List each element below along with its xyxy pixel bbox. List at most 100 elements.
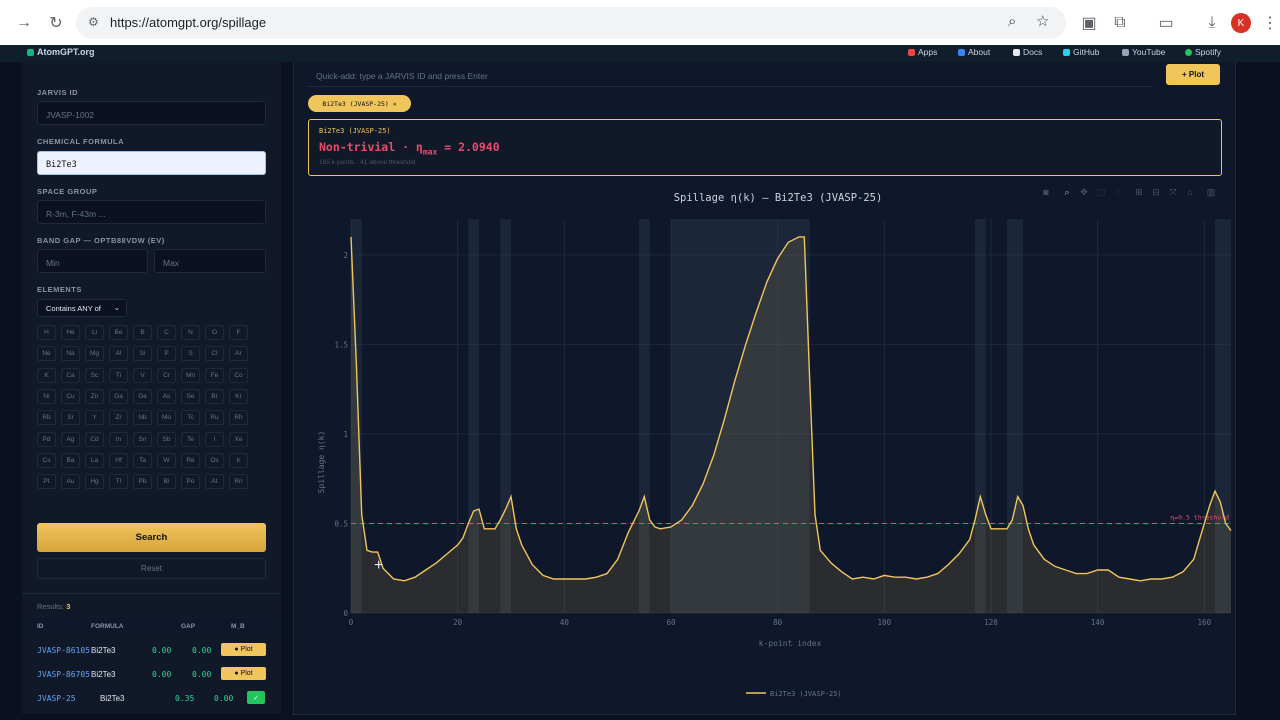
element-hg[interactable]: Hg xyxy=(85,474,104,490)
site-bookmark[interactable]: AtomGPT.org xyxy=(27,47,95,57)
table-row[interactable]: JVASP-25 Bi2Te3 0.35 0.00 ✓ xyxy=(22,686,281,710)
element-kr[interactable]: Kr xyxy=(229,388,248,404)
puzzle-icon[interactable]: ⧉ xyxy=(1108,11,1132,35)
address-bar[interactable]: ⚙ https://atomgpt.org/spillage ⌕ ☆ xyxy=(76,7,1066,39)
element-at[interactable]: At xyxy=(205,474,224,490)
site-info-icon[interactable]: ⚙ xyxy=(88,15,99,29)
element-s[interactable]: S xyxy=(181,346,200,362)
element-la[interactable]: La xyxy=(85,452,104,468)
element-pt[interactable]: Pt xyxy=(37,474,56,490)
material-chip[interactable]: Bi2Te3 (JVASP-25) × xyxy=(308,95,411,112)
element-ne[interactable]: Ne xyxy=(37,346,56,362)
jarvis-id-input[interactable]: JVASP-1002 xyxy=(37,101,266,125)
bookmark-github[interactable]: GitHub xyxy=(1063,47,1099,57)
row-plot-button[interactable]: ● Plot xyxy=(221,667,266,680)
reload-icon[interactable]: ↻ xyxy=(44,11,68,35)
row-plot-button[interactable]: ● Plot xyxy=(221,643,266,656)
element-rn[interactable]: Rn xyxy=(229,474,248,490)
element-i[interactable]: I xyxy=(205,431,224,447)
element-na[interactable]: Na xyxy=(61,346,80,362)
element-ag[interactable]: Ag xyxy=(61,431,80,447)
element-sc[interactable]: Sc xyxy=(85,367,104,383)
element-zn[interactable]: Zn xyxy=(85,388,104,404)
element-cu[interactable]: Cu xyxy=(61,388,80,404)
element-o[interactable]: O xyxy=(205,325,224,340)
reset-button[interactable]: Reset xyxy=(37,558,266,579)
element-mn[interactable]: Mn xyxy=(181,367,200,383)
element-ar[interactable]: Ar xyxy=(229,346,248,362)
element-al[interactable]: Al xyxy=(109,346,128,362)
element-ba[interactable]: Ba xyxy=(61,452,80,468)
element-te[interactable]: Te xyxy=(181,431,200,447)
element-b[interactable]: B xyxy=(133,325,152,340)
element-be[interactable]: Be xyxy=(109,325,128,340)
bookmark-about[interactable]: About xyxy=(958,47,990,57)
search-button[interactable]: Search xyxy=(37,523,266,552)
element-sb[interactable]: Sb xyxy=(157,431,176,447)
element-au[interactable]: Au xyxy=(61,474,80,490)
element-ru[interactable]: Ru xyxy=(205,410,224,426)
element-ca[interactable]: Ca xyxy=(61,367,80,383)
element-ti[interactable]: Ti xyxy=(109,367,128,383)
element-bi[interactable]: Bi xyxy=(157,474,176,490)
element-cs[interactable]: Cs xyxy=(37,452,56,468)
element-li[interactable]: Li xyxy=(85,325,104,340)
element-f[interactable]: F xyxy=(229,325,248,340)
element-sn[interactable]: Sn xyxy=(133,431,152,447)
cast-icon[interactable]: ▭ xyxy=(1154,11,1178,35)
element-mo[interactable]: Mo xyxy=(157,410,176,426)
element-zr[interactable]: Zr xyxy=(109,410,128,426)
download-icon[interactable]: ⤓ xyxy=(1200,11,1224,35)
table-row[interactable]: JVASP-86105 Bi2Te3 0.00 0.00 ● Plot xyxy=(22,638,281,662)
element-v[interactable]: V xyxy=(133,367,152,383)
plotted-check-button[interactable]: ✓ xyxy=(247,691,265,704)
spillage-chart[interactable]: Spillage η(k) — Bi2Te3 (JVASP-25) η=0.5 … xyxy=(294,182,1235,702)
space-group-input[interactable]: R-3m, F-43m ... xyxy=(37,200,266,224)
element-cr[interactable]: Cr xyxy=(157,367,176,383)
element-w[interactable]: W xyxy=(157,452,176,468)
elements-mode-select[interactable]: Contains ANY of ⌄ xyxy=(37,299,127,317)
zoom-icon[interactable]: ⌕ xyxy=(1008,13,1016,30)
formula-input[interactable]: Bi2Te3 xyxy=(37,151,266,175)
element-pd[interactable]: Pd xyxy=(37,431,56,447)
bookmark-star-icon[interactable]: ☆ xyxy=(1036,12,1049,30)
element-y[interactable]: Y xyxy=(85,410,104,426)
table-row[interactable]: JVASP-86705 Bi2Te3 0.00 0.00 ● Plot xyxy=(22,662,281,686)
element-as[interactable]: As xyxy=(157,388,176,404)
add-plot-button[interactable]: + Plot xyxy=(1166,64,1220,85)
element-rb[interactable]: Rb xyxy=(37,410,56,426)
forward-icon[interactable]: → xyxy=(12,11,36,35)
element-os[interactable]: Os xyxy=(205,452,224,468)
element-cd[interactable]: Cd xyxy=(85,431,104,447)
menu-icon[interactable]: ⋮ xyxy=(1258,11,1280,35)
extension-icon[interactable]: ▣ xyxy=(1077,11,1101,35)
bookmark-docs[interactable]: Docs xyxy=(1013,47,1042,57)
element-tl[interactable]: Tl xyxy=(109,474,128,490)
element-re[interactable]: Re xyxy=(181,452,200,468)
element-he[interactable]: He xyxy=(61,325,80,340)
element-ta[interactable]: Ta xyxy=(133,452,152,468)
element-p[interactable]: P xyxy=(157,346,176,362)
element-se[interactable]: Se xyxy=(181,388,200,404)
element-br[interactable]: Br xyxy=(205,388,224,404)
gap-max-input[interactable]: Max xyxy=(154,249,266,273)
element-rh[interactable]: Rh xyxy=(229,410,248,426)
element-sr[interactable]: Sr xyxy=(61,410,80,426)
element-pb[interactable]: Pb xyxy=(133,474,152,490)
profile-avatar[interactable]: K xyxy=(1231,13,1251,33)
element-tc[interactable]: Tc xyxy=(181,410,200,426)
quick-add-input[interactable]: Quick-add: type a JARVIS ID and press En… xyxy=(308,64,1153,87)
bookmark-apps[interactable]: Apps xyxy=(908,47,937,57)
element-ge[interactable]: Ge xyxy=(133,388,152,404)
element-n[interactable]: N xyxy=(181,325,200,340)
element-ir[interactable]: Ir xyxy=(229,452,248,468)
element-si[interactable]: Si xyxy=(133,346,152,362)
bookmark-youtube[interactable]: YouTube xyxy=(1122,47,1165,57)
element-mg[interactable]: Mg xyxy=(85,346,104,362)
gap-min-input[interactable]: Min xyxy=(37,249,148,273)
element-ga[interactable]: Ga xyxy=(109,388,128,404)
element-po[interactable]: Po xyxy=(181,474,200,490)
element-nb[interactable]: Nb xyxy=(133,410,152,426)
element-h[interactable]: H xyxy=(37,325,56,340)
element-xe[interactable]: Xe xyxy=(229,431,248,447)
